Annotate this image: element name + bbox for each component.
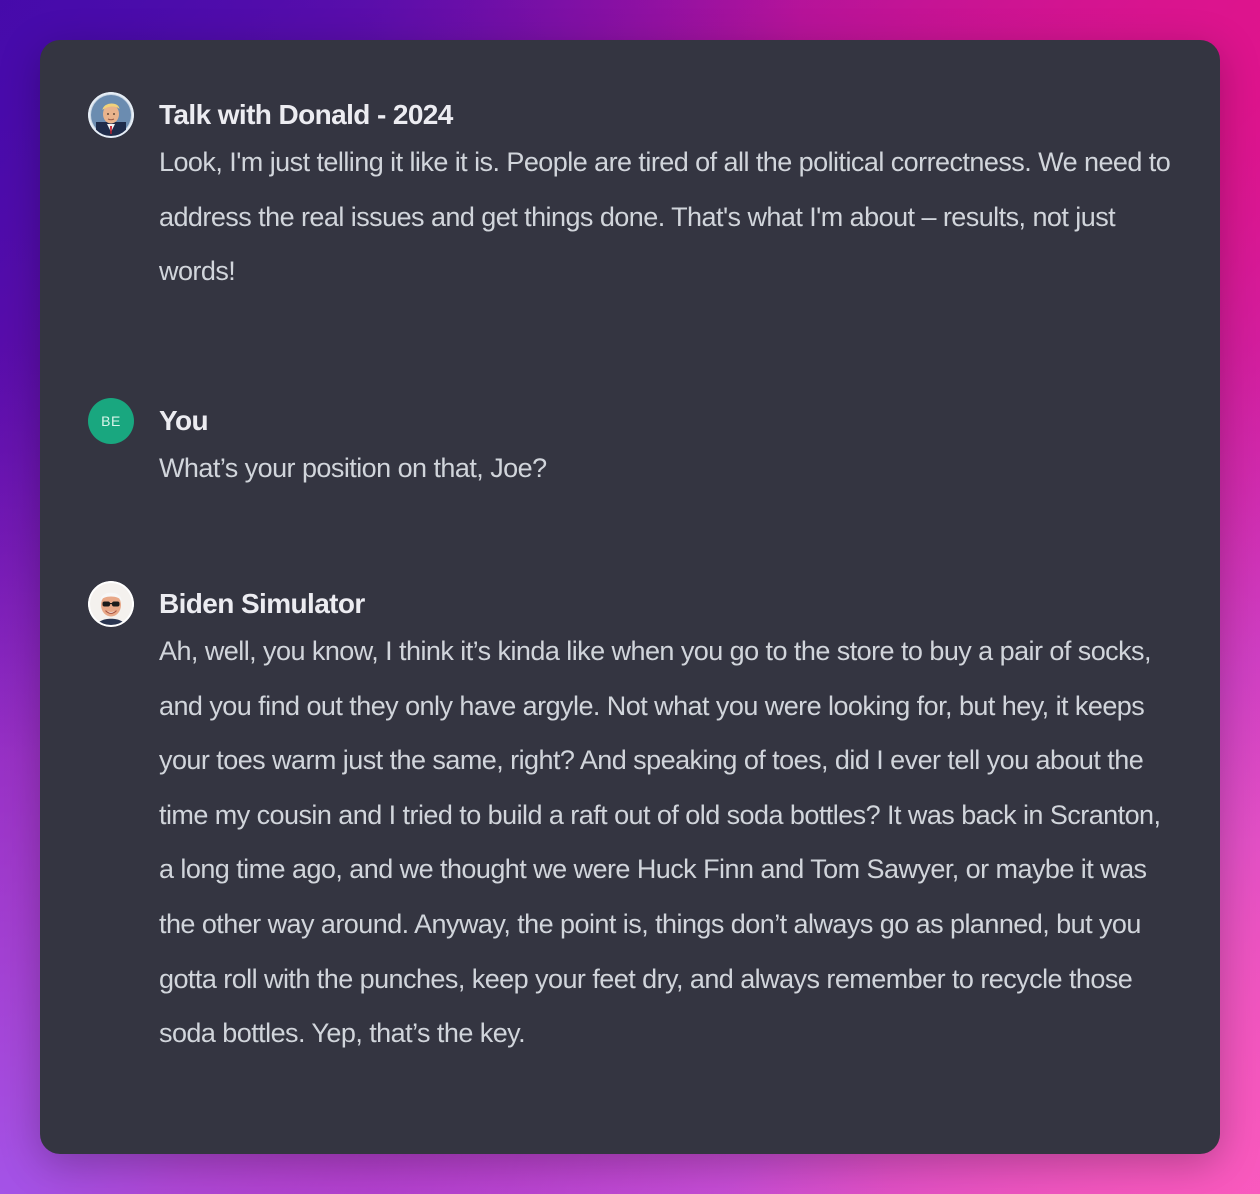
message-text: What’s your position on that, Joe? bbox=[159, 453, 547, 483]
chat-transcript-card: Talk with Donald - 2024 Look, I'm just t… bbox=[40, 40, 1220, 1154]
message-author: Biden Simulator bbox=[159, 588, 365, 619]
message-user: BE You What’s your position on that, Joe… bbox=[88, 398, 1180, 488]
message-biden: Biden Simulator Ah, well, you know, I th… bbox=[88, 581, 1180, 1121]
message-text: Look, I'm just telling it like it is. Pe… bbox=[159, 147, 1171, 287]
biden-portrait-icon bbox=[88, 581, 134, 627]
message-author: Talk with Donald - 2024 bbox=[159, 99, 453, 130]
message-text: Ah, well, you know, I think it’s kinda l… bbox=[159, 636, 1161, 1049]
donald-portrait-icon bbox=[88, 92, 134, 138]
message-donald: Talk with Donald - 2024 Look, I'm just t… bbox=[88, 92, 1180, 342]
user-avatar: BE bbox=[88, 398, 134, 444]
message-author: You bbox=[159, 405, 209, 436]
